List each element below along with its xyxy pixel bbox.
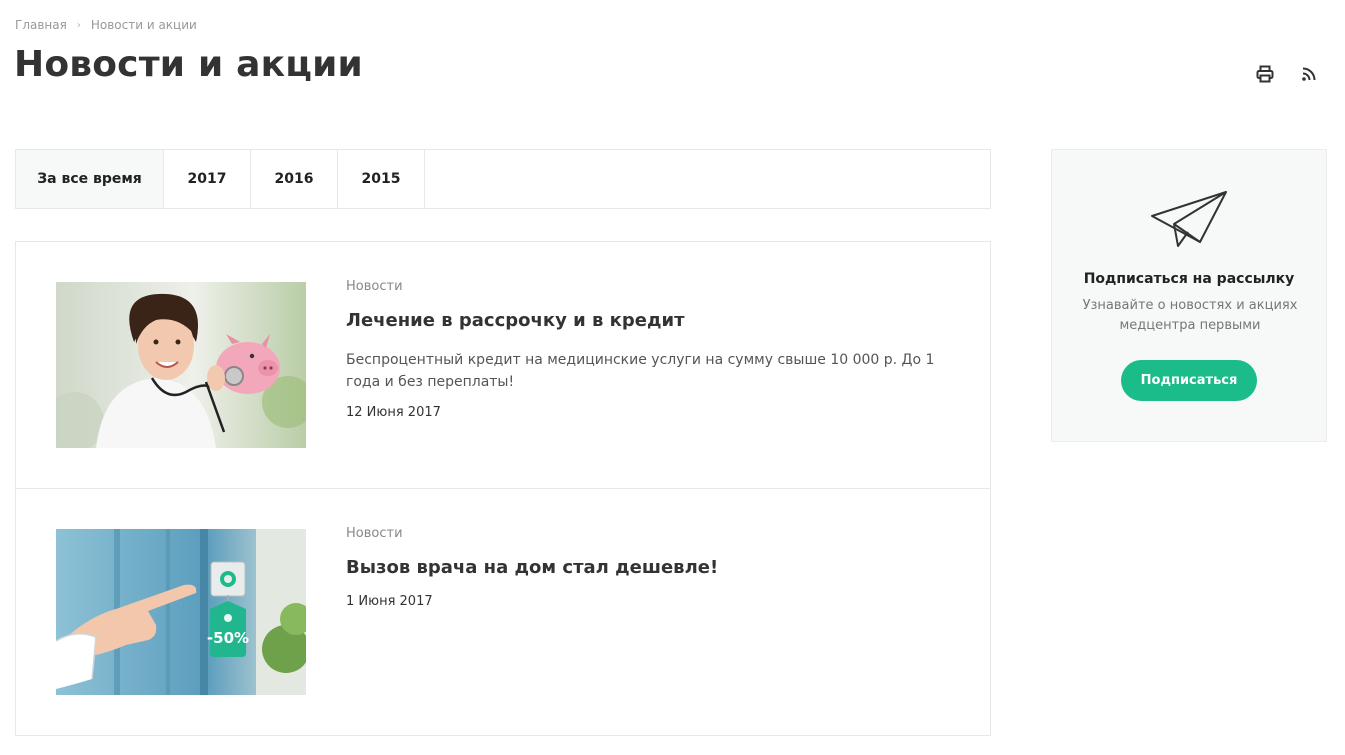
news-content: Новости Лечение в рассрочку и в кредит Б… — [346, 279, 956, 420]
breadcrumb: Главная › Новости и акции — [15, 18, 197, 32]
subscribe-button[interactable]: Подписаться — [1121, 360, 1257, 401]
news-item[interactable]: Новости Лечение в рассрочку и в кредит Б… — [16, 242, 990, 489]
paper-plane-icon — [1150, 190, 1228, 252]
page-tools — [1254, 63, 1320, 85]
tab-2015[interactable]: 2015 — [338, 150, 425, 208]
year-filter-tabs: За все время 2017 2016 2015 — [15, 149, 991, 209]
page-title: Новости и акции — [14, 44, 363, 85]
news-image-doctor-piggy-bank[interactable] — [56, 282, 306, 448]
tab-2017[interactable]: 2017 — [164, 150, 251, 208]
news-content: Новости Вызов врача на дом стал дешевле!… — [346, 526, 956, 609]
subscribe-description: Узнавайте о новостях и акциях медцентра … — [1082, 298, 1298, 333]
news-title[interactable]: Вызов врача на дом стал дешевле! — [346, 557, 956, 578]
breadcrumb-home-link[interactable]: Главная — [15, 18, 67, 32]
subscribe-title: Подписаться на рассылку — [1083, 271, 1295, 287]
tab-2016[interactable]: 2016 — [251, 150, 338, 208]
subscribe-panel: Подписаться на рассылку Узнавайте о ново… — [1051, 149, 1327, 442]
chevron-right-icon: › — [76, 19, 81, 31]
news-category[interactable]: Новости — [346, 279, 956, 294]
news-title[interactable]: Лечение в рассрочку и в кредит — [346, 310, 956, 331]
tab-all-time[interactable]: За все время — [16, 150, 164, 208]
news-category[interactable]: Новости — [346, 526, 956, 541]
breadcrumb-current: Новости и акции — [90, 18, 197, 32]
news-list: Новости Лечение в рассрочку и в кредит Б… — [15, 241, 991, 736]
print-icon[interactable] — [1254, 63, 1276, 85]
news-image-doctor-pointing-discount[interactable]: -50% — [56, 529, 306, 695]
discount-badge-label: -50% — [207, 629, 249, 647]
news-description: Беспроцентный кредит на медицинские услу… — [346, 352, 935, 390]
news-item[interactable]: -50% Новости Вызов врача на дом стал деш… — [16, 489, 990, 736]
news-date: 12 Июня 2017 — [346, 405, 441, 420]
rss-icon[interactable] — [1298, 63, 1320, 85]
news-date: 1 Июня 2017 — [346, 594, 433, 609]
